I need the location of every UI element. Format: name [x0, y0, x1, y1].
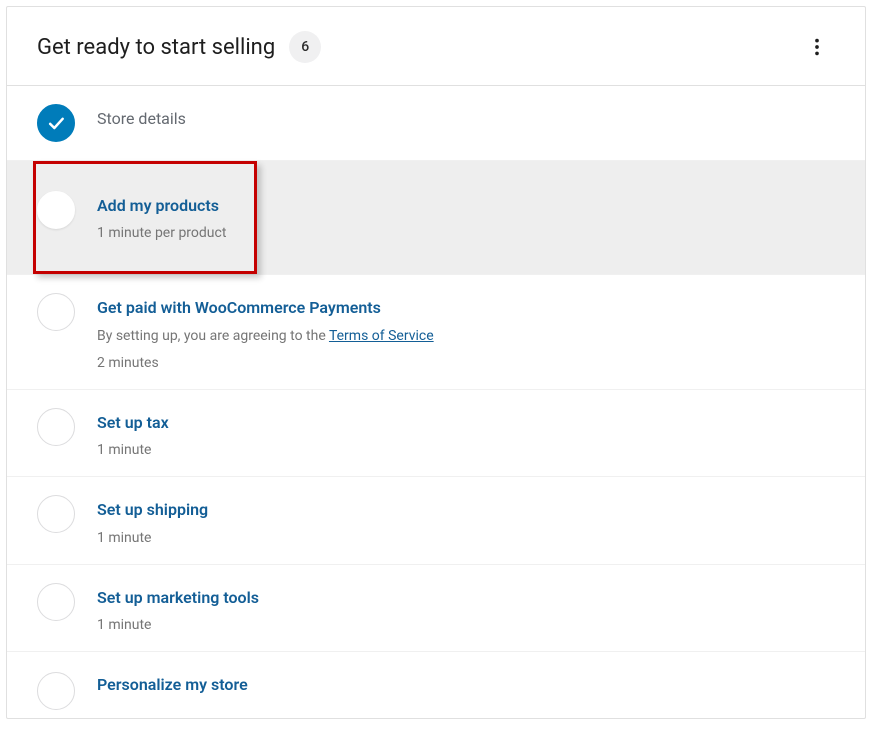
task-time: 1 minute: [97, 530, 835, 546]
task-title: Add my products: [97, 195, 835, 217]
task-title: Set up tax: [97, 412, 835, 434]
task-title: Set up shipping: [97, 499, 835, 521]
task-subtitle: By setting up, you are agreeing to the T…: [97, 326, 835, 347]
status-empty-icon: [37, 495, 75, 533]
terms-of-service-link[interactable]: Terms of Service: [329, 328, 434, 344]
task-set-up-shipping[interactable]: Set up shipping 1 minute: [7, 477, 865, 564]
task-subtitle: 1 minute per product: [97, 223, 835, 244]
task-store-details[interactable]: Store details: [7, 86, 865, 161]
task-time: 1 minute: [97, 442, 835, 458]
status-empty-icon: [37, 191, 75, 229]
task-time: 2 minutes: [97, 355, 835, 371]
status-empty-icon: [37, 408, 75, 446]
status-complete-icon: [37, 104, 75, 142]
task-title: Set up marketing tools: [97, 587, 835, 609]
status-empty-icon: [37, 672, 75, 710]
onboarding-card: Get ready to start selling 6 Store detai…: [6, 6, 866, 719]
subtitle-prefix: By setting up, you are agreeing to the: [97, 328, 329, 344]
vertical-dots-icon: [806, 36, 828, 58]
task-time: 1 minute: [97, 617, 835, 633]
task-title: Get paid with WooCommerce Payments: [97, 297, 835, 319]
card-header: Get ready to start selling 6: [7, 7, 865, 86]
more-options-button[interactable]: [799, 29, 835, 65]
task-title: Personalize my store: [97, 674, 835, 696]
task-add-products[interactable]: Add my products 1 minute per product: [7, 161, 865, 275]
task-marketing-tools[interactable]: Set up marketing tools 1 minute: [7, 565, 865, 652]
task-count-badge: 6: [289, 31, 321, 63]
task-set-up-tax[interactable]: Set up tax 1 minute: [7, 390, 865, 477]
card-title: Get ready to start selling: [37, 35, 275, 60]
checkmark-icon: [46, 113, 66, 133]
status-empty-icon: [37, 583, 75, 621]
task-title: Store details: [97, 108, 835, 130]
task-list: Store details Add my products 1 minute p…: [7, 86, 865, 718]
task-get-paid[interactable]: Get paid with WooCommerce Payments By se…: [7, 275, 865, 389]
task-personalize-store[interactable]: Personalize my store: [7, 652, 865, 718]
status-empty-icon: [37, 293, 75, 331]
